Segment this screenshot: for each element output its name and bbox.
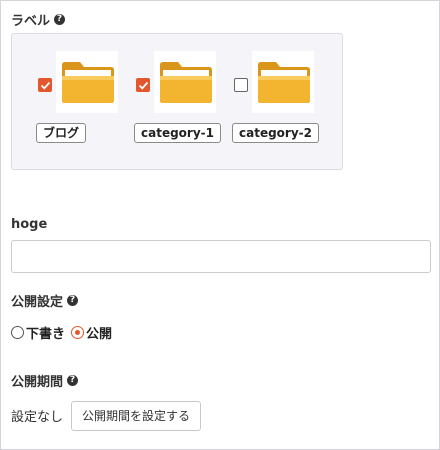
category-list: ブログ category-1 category-2 (11, 33, 343, 170)
category-item: category-2 (230, 51, 319, 151)
publish-period-title: 公開期間 ? (11, 371, 79, 390)
radio-draft-label[interactable]: 下書き (26, 323, 65, 342)
help-icon[interactable]: ? (67, 295, 79, 306)
publish-status-radio-group: 下書き 公開 (11, 323, 112, 342)
folder-icon (62, 62, 114, 103)
set-publish-period-button[interactable]: 公開期間を設定する (71, 401, 201, 431)
category-label[interactable]: ブログ (36, 123, 87, 143)
category-item: ブログ (34, 51, 118, 151)
help-icon[interactable]: ? (54, 14, 66, 25)
folder-thumbnail[interactable] (154, 51, 216, 113)
radio-draft[interactable] (11, 326, 24, 339)
folder-thumbnail[interactable] (56, 51, 118, 113)
folder-icon (258, 62, 310, 103)
category-checkbox[interactable] (234, 78, 248, 92)
category-label[interactable]: category-2 (232, 123, 319, 143)
hoge-input[interactable] (11, 240, 431, 273)
label-section-title-text: ラベル (11, 14, 51, 29)
category-checkbox[interactable] (136, 78, 150, 92)
category-item: category-1 (132, 51, 221, 151)
hoge-field-label: hoge (11, 217, 47, 232)
category-label[interactable]: category-1 (134, 123, 221, 143)
folder-thumbnail[interactable] (252, 51, 314, 113)
publish-setting-title-text: 公開設定 (11, 295, 64, 310)
radio-public[interactable] (71, 326, 85, 339)
help-icon[interactable]: ? (67, 375, 79, 386)
category-checkbox[interactable] (38, 78, 52, 92)
folder-icon (160, 62, 212, 103)
publish-setting-title: 公開設定 ? (11, 291, 79, 310)
label-section-title: ラベル ? (11, 10, 66, 29)
publish-period-status: 設定なし (11, 410, 64, 425)
hoge-field-label-text: hoge (11, 217, 48, 232)
form-panel: ラベル ? ブログ category-1 category-2 hoge 公開設… (0, 0, 440, 450)
radio-public-label[interactable]: 公開 (86, 323, 112, 342)
publish-period-title-text: 公開期間 (11, 375, 64, 390)
